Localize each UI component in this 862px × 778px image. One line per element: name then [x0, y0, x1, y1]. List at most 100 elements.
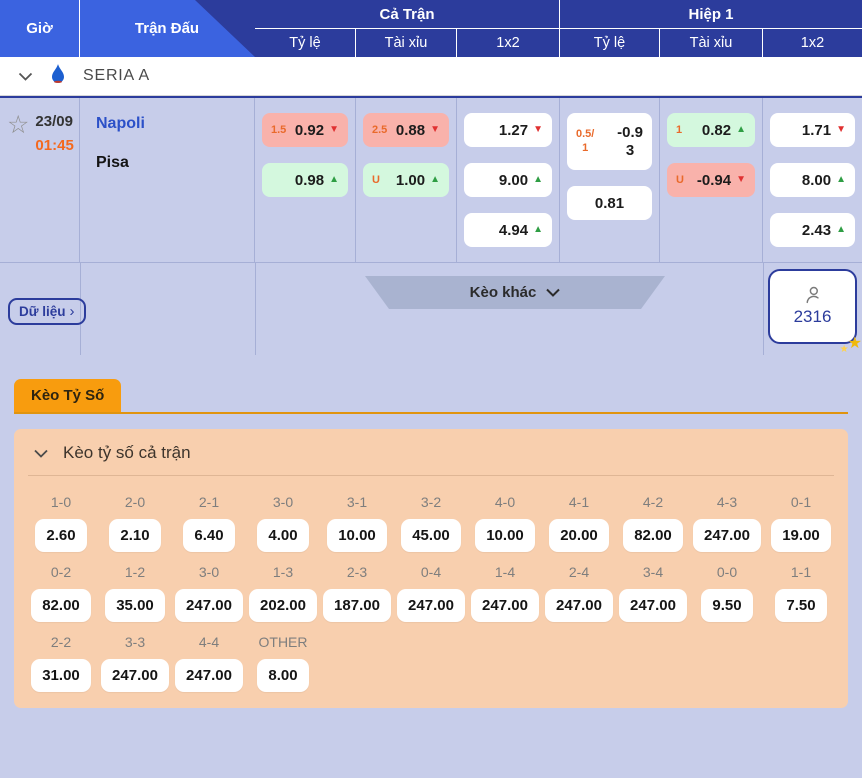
- viewers-count: 2316: [794, 307, 832, 327]
- panel-header[interactable]: Kèo tỷ số cả trận: [14, 429, 848, 475]
- favorite-star-icon[interactable]: ☆: [7, 113, 29, 262]
- score-item: 3-4247.00: [616, 564, 690, 622]
- odds-cell[interactable]: 1.27▼: [464, 113, 552, 147]
- score-odds-button[interactable]: 247.00: [175, 659, 243, 692]
- header-ft-overunder: Tài xỉu: [356, 29, 457, 57]
- data-button[interactable]: Dữ liệu ›: [8, 298, 86, 325]
- score-odds-button[interactable]: 45.00: [401, 519, 461, 552]
- score-odds-button[interactable]: 247.00: [397, 589, 465, 622]
- trend-up-icon: ▲: [836, 225, 846, 235]
- column-divider: [255, 263, 256, 355]
- odds-value: 0.88: [396, 122, 425, 139]
- score-label: 2-0: [125, 494, 145, 510]
- odds-value: 4.94: [499, 222, 528, 239]
- odds-value: 2.43: [802, 222, 831, 239]
- odds-cell[interactable]: 10.82▲: [667, 113, 755, 147]
- header-time-column: Giờ: [0, 0, 80, 57]
- away-team-name[interactable]: Pisa: [96, 154, 254, 172]
- odds-cell[interactable]: 2.43 ▲: [770, 213, 855, 247]
- score-odds-button[interactable]: 19.00: [771, 519, 831, 552]
- sparkle-stars-icon: ★★: [848, 336, 862, 352]
- chevron-down-icon[interactable]: [18, 72, 33, 81]
- match-teams-cell[interactable]: Napoli Pisa: [80, 98, 255, 262]
- score-odds-button[interactable]: 187.00: [323, 589, 391, 622]
- chevron-down-icon[interactable]: [34, 449, 48, 458]
- score-item: 4-4 247.00: [172, 634, 246, 692]
- score-odds-button[interactable]: 35.00: [105, 589, 165, 622]
- odds-cell[interactable]: 0.5/ 1 -0.9 3: [567, 113, 652, 170]
- trend-up-icon: ▲: [533, 175, 543, 185]
- full-1x2-column: 1.27▼9.00▲4.94▲: [457, 98, 560, 262]
- odds-cell[interactable]: U1.00▲: [363, 163, 449, 197]
- score-odds-area: Kèo Tỷ Số Kèo tỷ số cả trận 1-02.60 2-0 2.…: [0, 355, 862, 708]
- header-h1-1x2: 1x2: [763, 29, 862, 57]
- score-item: 3-04.00: [246, 494, 320, 552]
- match-row: ☆ 23/09 01:45 Napoli Pisa 1.50.92▼0.98▲ …: [0, 98, 862, 262]
- score-odds-button[interactable]: 247.00: [619, 589, 687, 622]
- score-odds-button[interactable]: 247.00: [175, 589, 243, 622]
- score-item: 0-4247.00: [394, 564, 468, 622]
- score-odds-button[interactable]: 247.00: [471, 589, 539, 622]
- odds-cell[interactable]: 0.81: [567, 186, 652, 220]
- score-label: 3-2: [421, 494, 441, 510]
- odds-table: ☆ 23/09 01:45 Napoli Pisa 1.50.92▼0.98▲ …: [0, 96, 862, 355]
- odds-cell[interactable]: 9.00▲: [464, 163, 552, 197]
- odds-cell[interactable]: 4.94▲: [464, 213, 552, 247]
- score-odds-button[interactable]: 9.50: [701, 589, 753, 622]
- trend-up-icon: ▲: [329, 175, 339, 185]
- header-ft-1x2: 1x2: [457, 29, 560, 57]
- half-1x2-column: 1.71▼ 8.00▲ 2.43 ▲: [763, 98, 862, 262]
- odds-cell[interactable]: 8.00▲: [770, 163, 855, 197]
- tab-correct-score[interactable]: Kèo Tỷ Số: [14, 379, 121, 412]
- odds-cell[interactable]: 2.50.88▼: [363, 113, 449, 147]
- score-label: OTHER: [259, 634, 308, 650]
- odds-value: 1.00: [396, 172, 425, 189]
- odds-cell[interactable]: 1.71▼: [770, 113, 855, 147]
- odds-prefix: 0.5/ 1: [576, 128, 594, 154]
- score-odds-button[interactable]: 4.00: [257, 519, 309, 552]
- score-row: 1-02.602-02.102-16.403-04.003-110.003-24…: [24, 494, 838, 552]
- home-team-name[interactable]: Napoli: [96, 115, 254, 133]
- score-odds-button[interactable]: 31.00: [31, 659, 91, 692]
- header-first-half: Hiệp 1: [560, 0, 862, 28]
- score-odds-button[interactable]: 247.00: [101, 659, 169, 692]
- score-odds-button[interactable]: 82.00: [31, 589, 91, 622]
- odds-cell[interactable]: 1.50.92▼: [262, 113, 348, 147]
- score-label: 4-4: [199, 634, 219, 650]
- league-row[interactable]: SERIA A: [0, 57, 862, 96]
- odds-value: 0.98: [295, 172, 324, 189]
- data-button-label: Dữ liệu: [19, 304, 66, 319]
- odds-cell[interactable]: U-0.94▼: [667, 163, 755, 197]
- score-label: 2-4: [569, 564, 589, 580]
- score-item: 4-120.00: [542, 494, 616, 552]
- score-odds-button[interactable]: 247.00: [693, 519, 761, 552]
- score-odds-button[interactable]: 247.00: [545, 589, 613, 622]
- score-label: 3-3: [125, 634, 145, 650]
- score-odds-button[interactable]: 8.00: [257, 659, 309, 692]
- trend-down-icon: ▼: [836, 125, 846, 135]
- score-item: 1-02.60: [24, 494, 98, 552]
- header-h1-overunder: Tài xỉu: [660, 29, 763, 57]
- odds-value: 1.27: [499, 122, 528, 139]
- header-h1-handicap: Tỷ lệ: [560, 29, 660, 57]
- score-grid: 1-02.602-02.102-16.403-04.003-110.003-24…: [14, 476, 848, 692]
- score-row: 2-231.003-3247.004-4247.00OTHER8.00: [24, 634, 838, 692]
- score-odds-button[interactable]: 6.40: [183, 519, 235, 552]
- more-odds-label: Kèo khác: [470, 284, 537, 301]
- score-odds-button[interactable]: 2.10: [109, 519, 161, 552]
- viewers-button[interactable]: 2316 ★★: [768, 269, 857, 344]
- odds-value: -0.9 3: [617, 124, 643, 160]
- score-odds-button[interactable]: 2.60: [35, 519, 87, 552]
- score-odds-button[interactable]: 202.00: [249, 589, 317, 622]
- column-divider: [763, 263, 764, 355]
- more-odds-button[interactable]: Kèo khác: [365, 276, 665, 309]
- odds-cell[interactable]: 0.98 ▲: [262, 163, 348, 197]
- score-odds-button[interactable]: 82.00: [623, 519, 683, 552]
- score-odds-button[interactable]: 10.00: [475, 519, 535, 552]
- score-odds-button[interactable]: 7.50: [775, 589, 827, 622]
- score-odds-button[interactable]: 20.00: [549, 519, 609, 552]
- score-odds-button[interactable]: 10.00: [327, 519, 387, 552]
- score-item: 3-0247.00: [172, 564, 246, 622]
- header-left-block: Giờ Trận Đấu: [0, 0, 255, 57]
- score-label: 1-4: [495, 564, 515, 580]
